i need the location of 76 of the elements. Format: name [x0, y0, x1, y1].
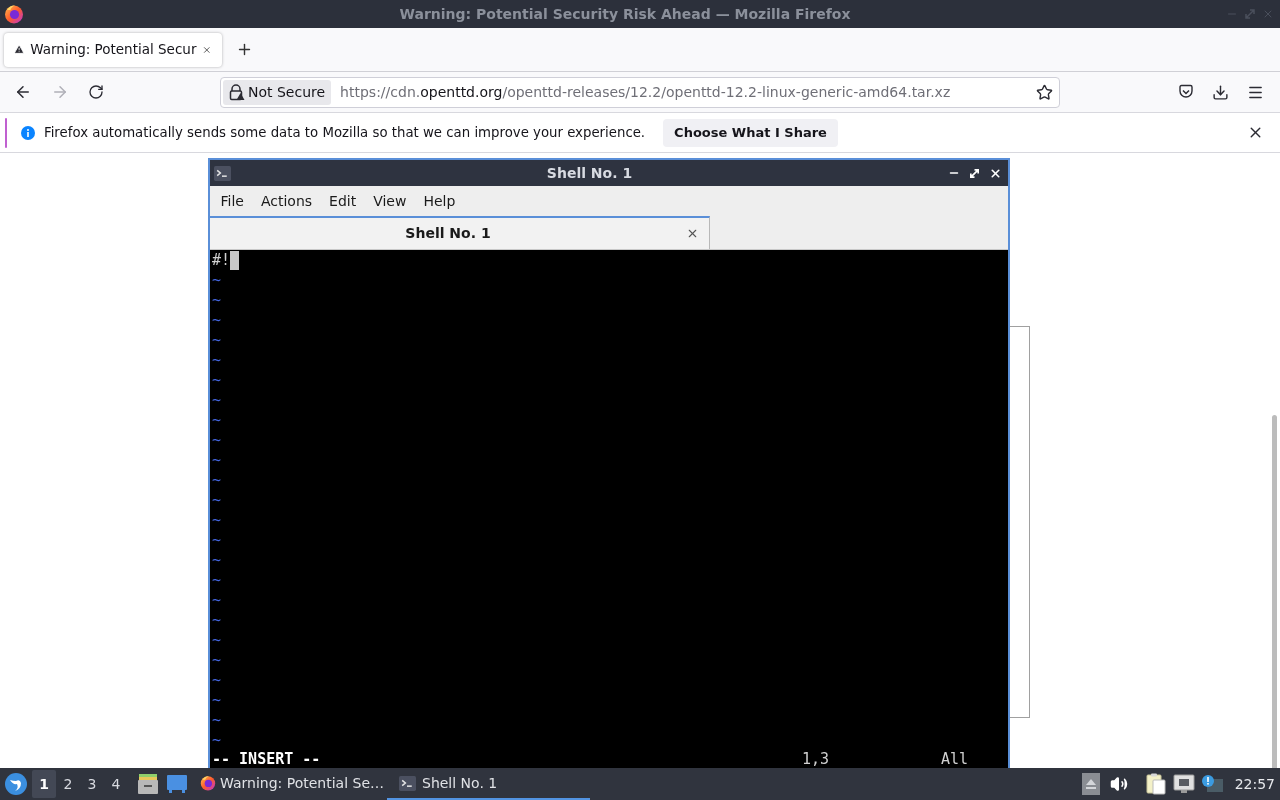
reload-icon[interactable] — [88, 84, 104, 100]
security-label: Not Secure — [248, 82, 326, 102]
bookmark-star-icon[interactable] — [1036, 83, 1053, 101]
browser-tab[interactable]: Warning: Potential Secur — [4, 32, 222, 67]
empty-line-marker: ~ — [212, 630, 222, 650]
empty-line-marker: ~ — [212, 670, 222, 690]
notification-icon[interactable] — [1200, 774, 1223, 794]
vim-mode: -- INSERT -- — [212, 749, 321, 768]
terminal-text: #! — [212, 250, 231, 270]
terminal-title: Shell No. 1 — [546, 163, 633, 183]
empty-line-marker: ~ — [212, 710, 222, 730]
task-label: Shell No. 1 — [422, 773, 498, 793]
terminal-tab-title: Shell No. 1 — [405, 224, 491, 243]
clock[interactable]: 22:57 — [1234, 773, 1275, 795]
empty-line-marker: ~ — [212, 490, 222, 510]
menu-item[interactable]: File — [212, 190, 253, 212]
address-bar[interactable]: Not Secure https://cdn.openttd.org/openttd-releases/12.2/openttd-12.2-linux-generic-amd64.tar.xz — [220, 76, 1060, 108]
empty-line-marker: ~ — [212, 430, 222, 450]
workspace-button[interactable]: 3 — [80, 770, 104, 798]
cursor-position: 1,3 — [802, 749, 830, 768]
network-icon[interactable] — [1172, 774, 1195, 794]
workspace-button[interactable]: 4 — [104, 770, 128, 798]
empty-line-marker: ~ — [212, 450, 222, 470]
file-drawer-icon[interactable] — [137, 773, 159, 795]
desktop-icon[interactable] — [167, 775, 187, 793]
workspace-button[interactable]: 1 — [32, 770, 56, 798]
empty-line-marker: ~ — [212, 650, 222, 670]
menu-item[interactable]: Help — [414, 190, 464, 212]
volume-icon[interactable] — [1109, 775, 1128, 793]
empty-line-marker: ~ — [212, 510, 222, 530]
scrollbar-thumb[interactable] — [1271, 415, 1277, 768]
empty-line-marker: ~ — [212, 550, 222, 570]
empty-line-marker: ~ — [212, 610, 222, 630]
empty-line-marker: ~ — [212, 470, 222, 490]
empty-line-marker: ~ — [212, 290, 222, 310]
warning-icon — [14, 42, 25, 57]
empty-line-marker: ~ — [212, 270, 222, 290]
empty-line-marker: ~ — [212, 390, 222, 410]
start-menu-icon[interactable] — [4, 772, 28, 796]
info-icon — [21, 125, 35, 140]
lock-warning-icon — [229, 83, 245, 101]
empty-line-marker: ~ — [212, 730, 222, 750]
close-icon[interactable] — [989, 166, 1002, 180]
empty-line-marker: ~ — [212, 690, 222, 710]
new-tab-icon[interactable] — [236, 41, 253, 58]
clipboard-icon[interactable] — [1145, 773, 1166, 795]
empty-line-marker: ~ — [212, 590, 222, 610]
window-title: Warning: Potential Security Risk Ahead — Mozilla Firefox — [399, 4, 851, 24]
terminal-icon — [399, 775, 416, 791]
empty-line-marker: ~ — [212, 410, 222, 430]
url-text: https://cdn.openttd.org/openttd-releases/12.2/openttd-12.2-linux-generic-amd64.tar.xz — [340, 82, 952, 102]
scroll-position: All — [941, 749, 969, 768]
security-badge[interactable]: Not Secure — [223, 79, 332, 105]
download-icon[interactable] — [1212, 83, 1229, 101]
menu-item[interactable]: View — [364, 190, 415, 212]
empty-line-marker: ~ — [212, 530, 222, 550]
empty-line-marker: ~ — [212, 330, 222, 350]
back-icon[interactable] — [14, 83, 32, 101]
choose-what-i-share-button[interactable]: Choose What I Share — [663, 118, 838, 147]
notification-text: Firefox automatically sends some data to Mozilla so that we can improve your experience. — [44, 123, 646, 142]
empty-line-marker: ~ — [212, 370, 222, 390]
empty-line-marker: ~ — [212, 350, 222, 370]
workspace-button[interactable]: 2 — [56, 770, 80, 798]
terminal-icon — [214, 165, 231, 181]
chevron-shield-icon[interactable] — [1178, 84, 1194, 100]
taskbar-task[interactable]: Warning: Potential Se… — [197, 768, 387, 800]
eject-icon[interactable] — [1081, 773, 1100, 795]
tab-title: Warning: Potential Secur — [30, 40, 197, 60]
close-tab-icon[interactable] — [686, 227, 699, 240]
task-label: Warning: Potential Se… — [220, 773, 384, 793]
menu-item[interactable]: Edit — [320, 190, 365, 212]
empty-line-marker: ~ — [212, 310, 222, 330]
browser-logo-icon — [4, 4, 24, 24]
empty-line-marker: ~ — [212, 570, 222, 590]
terminal-tab[interactable]: Shell No. 1 — [210, 216, 710, 249]
menu-item[interactable]: Actions — [252, 190, 321, 212]
